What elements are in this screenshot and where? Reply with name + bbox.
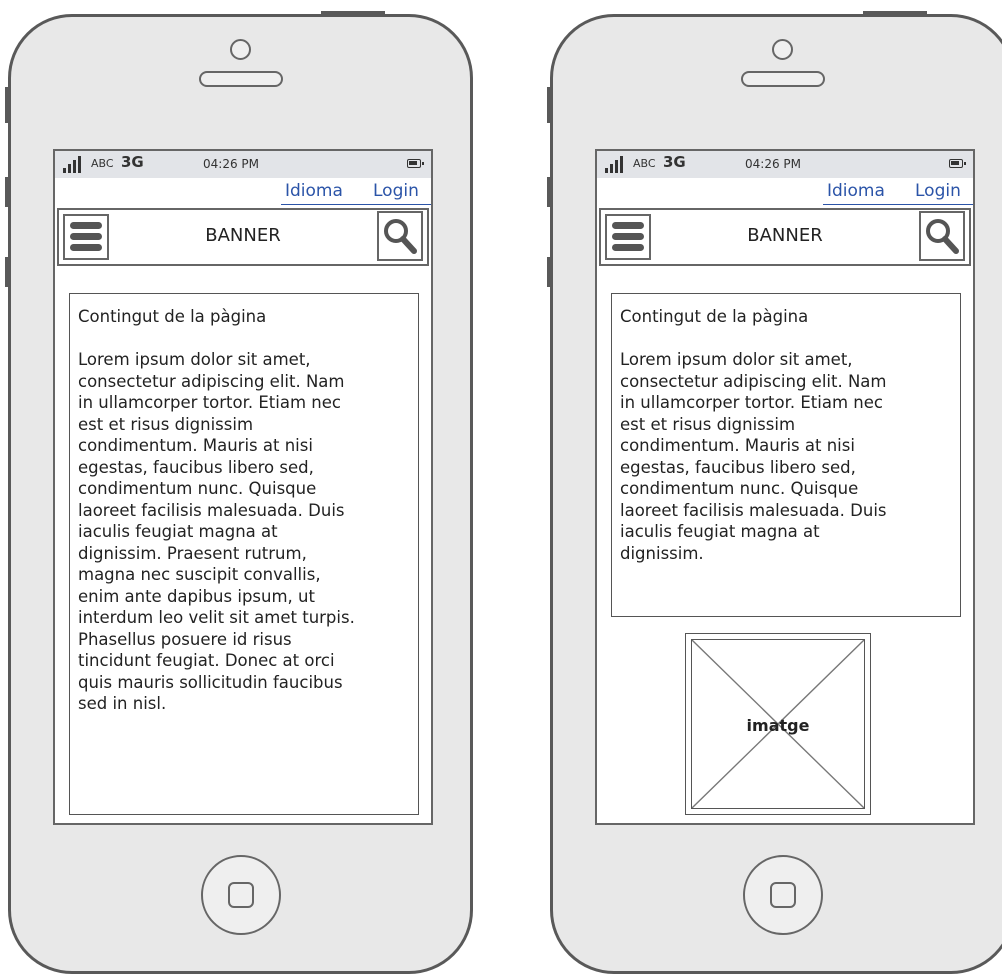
- page-content: Contingut de la pàgina Lorem ipsum dolor…: [611, 293, 961, 617]
- power-button: [321, 11, 385, 17]
- status-bar: ABC 3G 04:26 PM: [597, 151, 973, 178]
- network-type: 3G: [121, 153, 144, 171]
- earpiece-speaker: [199, 71, 283, 87]
- volume-down-button: [547, 257, 553, 287]
- search-icon[interactable]: [377, 211, 423, 261]
- search-icon[interactable]: [919, 211, 965, 261]
- login-link[interactable]: Login: [915, 181, 961, 201]
- mute-switch: [5, 87, 11, 123]
- phone-screen: ABC 3G 04:26 PM Idioma Login BANNER Cont: [595, 149, 975, 825]
- home-square-icon: [770, 882, 796, 908]
- phone-screen: ABC 3G 04:26 PM Idioma Login BANNER Cont: [53, 149, 433, 825]
- status-time: 04:26 PM: [745, 157, 801, 171]
- home-square-icon: [228, 882, 254, 908]
- front-camera: [772, 39, 793, 60]
- language-link[interactable]: Idioma: [827, 181, 885, 201]
- image-placeholder: imatge: [685, 633, 871, 815]
- earpiece-speaker: [741, 71, 825, 87]
- signal-bars-icon: [63, 156, 89, 173]
- phone-mockup-left: ABC 3G 04:26 PM Idioma Login BANNER Cont: [5, 11, 473, 974]
- links-underline: [281, 204, 431, 205]
- language-link[interactable]: Idioma: [285, 181, 343, 201]
- volume-down-button: [5, 257, 11, 287]
- volume-up-button: [547, 177, 553, 207]
- home-button[interactable]: [201, 855, 281, 935]
- battery-icon: [407, 159, 424, 168]
- home-button[interactable]: [743, 855, 823, 935]
- banner-label: BANNER: [747, 225, 823, 246]
- front-camera: [230, 39, 251, 60]
- status-bar: ABC 3G 04:26 PM: [55, 151, 431, 178]
- network-type: 3G: [663, 153, 686, 171]
- top-links: Idioma Login: [597, 178, 973, 206]
- page-content: Contingut de la pàgina Lorem ipsum dolor…: [69, 293, 419, 815]
- battery-icon: [949, 159, 966, 168]
- image-label: imatge: [746, 716, 810, 735]
- banner: BANNER: [57, 208, 429, 266]
- carrier-name: ABC: [91, 157, 114, 170]
- content-text: Lorem ipsum dolor sit amet, consectetur …: [620, 350, 887, 563]
- volume-up-button: [5, 177, 11, 207]
- signal-bars-icon: [605, 156, 631, 173]
- top-links: Idioma Login: [55, 178, 431, 206]
- login-link[interactable]: Login: [373, 181, 419, 201]
- phone-mockup-right: ABC 3G 04:26 PM Idioma Login BANNER Cont: [547, 11, 1002, 974]
- banner-label: BANNER: [205, 225, 281, 246]
- power-button: [863, 11, 927, 17]
- content-title: Contingut de la pàgina: [78, 307, 267, 326]
- status-time: 04:26 PM: [203, 157, 259, 171]
- image-frame: imatge: [691, 639, 865, 809]
- links-underline: [823, 204, 973, 205]
- banner: BANNER: [599, 208, 971, 266]
- carrier-name: ABC: [633, 157, 656, 170]
- content-text: Lorem ipsum dolor sit amet, consectetur …: [78, 350, 355, 713]
- mute-switch: [547, 87, 553, 123]
- content-title: Contingut de la pàgina: [620, 307, 809, 326]
